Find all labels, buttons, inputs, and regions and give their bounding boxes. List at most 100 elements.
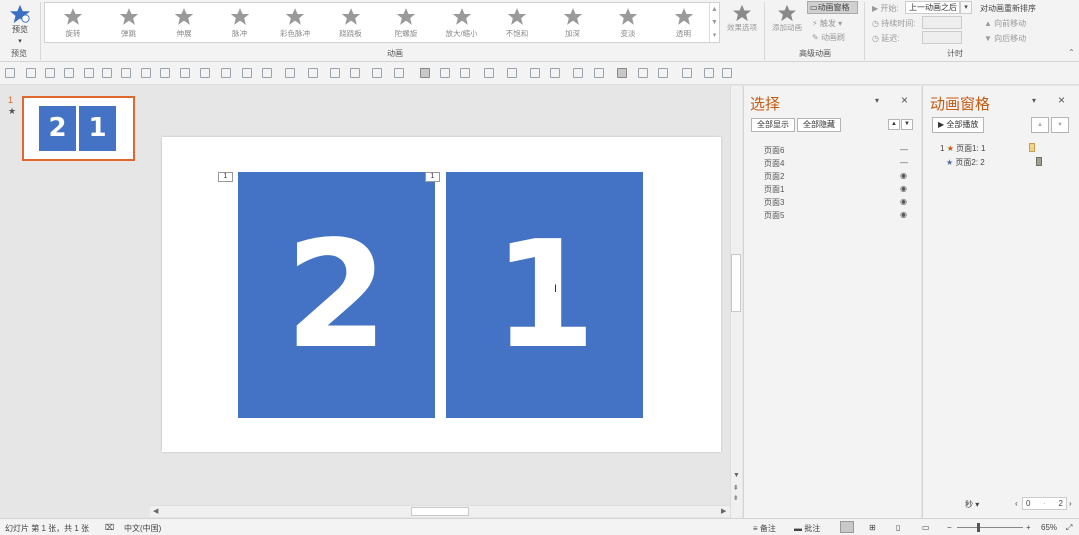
toolbar-tool-28-icon[interactable] bbox=[594, 68, 604, 78]
toolbar-tool-10-icon[interactable] bbox=[200, 68, 210, 78]
animation-effect-0[interactable]: 旋转 bbox=[49, 5, 97, 43]
bring-forward-icon[interactable]: ▲ bbox=[888, 119, 900, 130]
next-slide-icon[interactable]: ⇟ bbox=[733, 494, 739, 502]
animation-item-1[interactable]: 1 ★ 页面1: 1 bbox=[940, 143, 985, 154]
spell-check-icon[interactable]: ⌧ bbox=[105, 523, 114, 532]
gallery-more-icon[interactable]: ▾ bbox=[710, 29, 719, 42]
start-dropdown-icon[interactable]: ▾ bbox=[960, 1, 972, 14]
timeline-scroll-left-icon[interactable]: ‹ bbox=[1015, 499, 1018, 508]
visibility-eye-icon[interactable]: ◉ bbox=[900, 184, 907, 193]
animation-pane-button[interactable]: ▭动画窗格 bbox=[807, 1, 858, 14]
toolbar-tool-4-icon[interactable] bbox=[84, 68, 94, 78]
collapse-ribbon-icon[interactable]: ⌃ bbox=[1068, 48, 1075, 57]
page-box-2[interactable]: 2 bbox=[238, 172, 435, 418]
move-up-icon[interactable]: ▲ bbox=[1031, 117, 1049, 133]
toolbar-tool-26-icon[interactable] bbox=[550, 68, 560, 78]
trigger-button[interactable]: ⚡ 触发 ▾ bbox=[812, 18, 842, 29]
animation-effect-8[interactable]: 不饱和 bbox=[493, 5, 541, 43]
move-later-button[interactable]: ▼ 向后移动 bbox=[984, 33, 1026, 44]
animation-effect-7[interactable]: 放大/缩小 bbox=[438, 5, 486, 43]
selection-pane-menu-icon[interactable]: ▾ bbox=[875, 96, 879, 105]
toolbar-tool-33-icon[interactable] bbox=[704, 68, 714, 78]
toolbar-tool-29-icon[interactable] bbox=[617, 68, 627, 78]
animation-effect-6[interactable]: 陀螺旋 bbox=[382, 5, 430, 43]
effect-options-button[interactable]: 效果选项 bbox=[724, 2, 760, 46]
toolbar-tool-15-icon[interactable] bbox=[308, 68, 318, 78]
play-all-button[interactable]: ▶ 全部播放 bbox=[932, 117, 985, 133]
animation-effect-10[interactable]: 变淡 bbox=[604, 5, 652, 43]
slide-sorter-icon[interactable]: ⊞ bbox=[869, 523, 876, 532]
preview-button[interactable]: 预览 ▾ bbox=[4, 2, 36, 46]
toolbar-tool-13-icon[interactable] bbox=[262, 68, 272, 78]
hide-all-button[interactable]: 全部隐藏 bbox=[797, 118, 841, 132]
animation-effect-2[interactable]: 伸展 bbox=[160, 5, 208, 43]
animation-effect-5[interactable]: 跷跷板 bbox=[327, 5, 375, 43]
gallery-down-icon[interactable]: ▼ bbox=[710, 16, 719, 29]
toolbar-tool-18-icon[interactable] bbox=[372, 68, 382, 78]
prev-slide-icon[interactable]: ⇞ bbox=[733, 484, 739, 492]
gallery-scrollbar[interactable]: ▲ ▼ ▾ bbox=[709, 3, 719, 42]
move-earlier-button[interactable]: ▲ 向前移动 bbox=[984, 18, 1026, 29]
zoom-in-icon[interactable]: + bbox=[1026, 523, 1031, 532]
toolbar-tool-27-icon[interactable] bbox=[573, 68, 583, 78]
toolbar-tool-32-icon[interactable] bbox=[682, 68, 692, 78]
toolbar-tool-7-icon[interactable] bbox=[141, 68, 151, 78]
timeline-scroll-right-icon[interactable]: › bbox=[1069, 499, 1072, 508]
visibility-eye-icon[interactable]: ◉ bbox=[900, 210, 907, 219]
toolbar-tool-5-icon[interactable] bbox=[102, 68, 112, 78]
animation-effect-9[interactable]: 加深 bbox=[549, 5, 597, 43]
animation-effect-3[interactable]: 脉冲 bbox=[216, 5, 264, 43]
toolbar-tool-12-icon[interactable] bbox=[242, 68, 252, 78]
animation-pane-close-icon[interactable]: × bbox=[1058, 93, 1065, 107]
comments-button[interactable]: ▬ 批注 bbox=[794, 523, 820, 534]
selection-item[interactable]: 页面4 bbox=[764, 158, 784, 169]
toolbar-tool-3-icon[interactable] bbox=[64, 68, 74, 78]
toolbar-tool-6-icon[interactable] bbox=[121, 68, 131, 78]
toolbar-tool-23-icon[interactable] bbox=[484, 68, 494, 78]
zoom-out-icon[interactable]: − bbox=[947, 523, 952, 532]
duration-input[interactable] bbox=[922, 16, 962, 29]
animation-pane-menu-icon[interactable]: ▾ bbox=[1032, 96, 1036, 105]
delay-input[interactable] bbox=[922, 31, 962, 44]
normal-view-icon[interactable] bbox=[840, 521, 854, 533]
animation-tag-right[interactable]: 1 bbox=[425, 172, 440, 182]
scroll-left-icon[interactable]: ◀ bbox=[153, 507, 158, 515]
animation-item-2[interactable]: ★ 页面2: 2 bbox=[946, 157, 985, 168]
seconds-dropdown[interactable]: 秒 ▾ bbox=[965, 499, 979, 510]
toolbar-tool-21-icon[interactable] bbox=[440, 68, 450, 78]
visibility-eye-icon[interactable]: ◉ bbox=[900, 171, 907, 180]
visibility-eye-icon[interactable]: — bbox=[900, 158, 908, 167]
toolbar-tool-16-icon[interactable] bbox=[330, 68, 340, 78]
scroll-right-icon[interactable]: ▶ bbox=[721, 507, 726, 515]
gallery-up-icon[interactable]: ▲ bbox=[710, 3, 719, 16]
send-backward-icon[interactable]: ▼ bbox=[901, 119, 913, 130]
toolbar-tool-11-icon[interactable] bbox=[221, 68, 231, 78]
start-select[interactable]: 上一动画之后 bbox=[905, 1, 960, 14]
move-down-icon[interactable]: ▼ bbox=[1051, 117, 1069, 133]
toolbar-tool-1-icon[interactable] bbox=[26, 68, 36, 78]
toolbar-tool-34-icon[interactable] bbox=[722, 68, 732, 78]
add-animation-button[interactable]: 添加动画 bbox=[768, 2, 806, 46]
selection-item[interactable]: 页面6 bbox=[764, 145, 784, 156]
horizontal-scroll-thumb[interactable] bbox=[411, 507, 469, 516]
toolbar-tool-17-icon[interactable] bbox=[350, 68, 360, 78]
toolbar-tool-19-icon[interactable] bbox=[394, 68, 404, 78]
selection-item[interactable]: 页面3 bbox=[764, 197, 784, 208]
slideshow-icon[interactable]: ▭ bbox=[922, 523, 930, 532]
slide-thumbnail[interactable]: 2 1 bbox=[22, 96, 135, 161]
vertical-scroll-thumb[interactable] bbox=[731, 254, 741, 312]
reading-view-icon[interactable]: ▯ bbox=[896, 523, 900, 532]
zoom-slider-thumb[interactable] bbox=[977, 523, 980, 532]
notes-button[interactable]: ≡ 备注 bbox=[753, 523, 776, 534]
animation-tag-left[interactable]: 1 bbox=[218, 172, 233, 182]
toolbar-tool-2-icon[interactable] bbox=[45, 68, 55, 78]
animation-effect-1[interactable]: 弹跳 bbox=[105, 5, 153, 43]
toolbar-tool-25-icon[interactable] bbox=[530, 68, 540, 78]
toolbar-tool-8-icon[interactable] bbox=[160, 68, 170, 78]
visibility-eye-icon[interactable]: ◉ bbox=[900, 197, 907, 206]
toolbar-tool-9-icon[interactable] bbox=[180, 68, 190, 78]
zoom-slider[interactable] bbox=[957, 527, 1023, 528]
scroll-down-icon[interactable]: ▼ bbox=[733, 472, 740, 479]
selection-item[interactable]: 页面1 bbox=[764, 184, 784, 195]
toolbar-tool-0-icon[interactable] bbox=[5, 68, 15, 78]
